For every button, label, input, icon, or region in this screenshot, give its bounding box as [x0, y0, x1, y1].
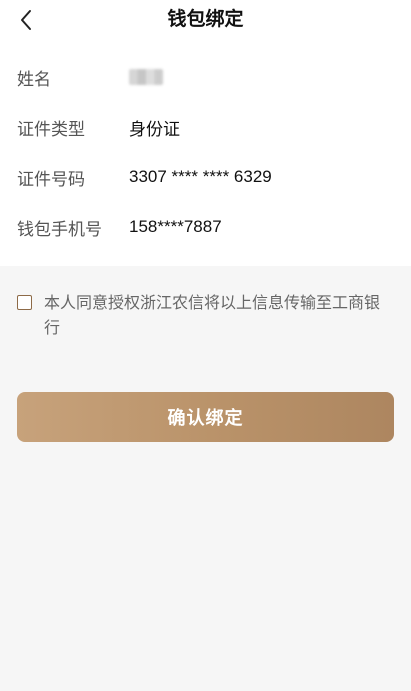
document-number-row: 证件号码 3307 **** **** 6329 — [0, 152, 411, 202]
consent-checkbox[interactable] — [17, 295, 32, 310]
document-number-label: 证件号码 — [17, 169, 85, 189]
wallet-phone-value: 158****7887 — [129, 217, 222, 236]
name-row: 姓名 — [0, 52, 411, 102]
consent-section: 本人同意授权浙江农信将以上信息传输至工商银行 — [0, 266, 411, 341]
wallet-phone-label: 钱包手机号 — [17, 219, 102, 239]
page-title: 钱包绑定 — [167, 9, 244, 30]
consent-text: 本人同意授权浙江农信将以上信息传输至工商银行 — [44, 295, 381, 337]
document-type-row: 证件类型 身份证 — [0, 102, 411, 152]
confirm-binding-button[interactable]: 确认绑定 — [17, 392, 394, 442]
name-label: 姓名 — [17, 69, 51, 89]
document-number-value: 3307 **** **** 6329 — [129, 167, 272, 186]
name-value-redacted — [129, 69, 163, 85]
document-type-label: 证件类型 — [17, 119, 85, 139]
top-navigation-bar: 钱包绑定 — [0, 0, 411, 44]
binding-info-card: 姓名 证件类型 身份证 证件号码 3307 **** **** 6329 钱包手… — [0, 44, 411, 266]
wallet-phone-row: 钱包手机号 158****7887 — [0, 202, 411, 252]
document-type-value: 身份证 — [129, 119, 180, 139]
